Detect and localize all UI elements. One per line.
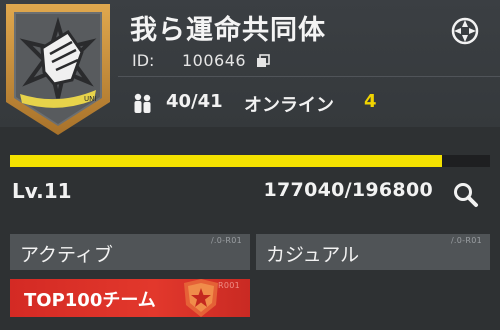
members-icon [134, 93, 151, 113]
tag-active-code: /.0-R01 [210, 236, 242, 245]
bottom-edge [0, 322, 500, 330]
guild-level: Lv.11 [12, 179, 72, 203]
id-value: 100646 [182, 51, 247, 70]
tag-casual-label: カジュアル [266, 244, 360, 266]
level-progress-bar [10, 155, 490, 167]
guild-emblem: UNI [6, 4, 110, 135]
guild-name: 我ら運命共同体 [130, 15, 326, 46]
search-icon[interactable] [452, 181, 480, 209]
guild-settings-button[interactable] [442, 8, 488, 54]
tag-active: アクティブ /.0-R01 [10, 234, 250, 270]
emblem-text: UNI [84, 95, 96, 103]
tag-casual-code: /.0-R01 [450, 236, 482, 245]
copy-icon[interactable] [256, 54, 270, 68]
level-progress-fill [10, 155, 442, 167]
header-divider [118, 76, 500, 77]
members-count: 40/41 [166, 91, 223, 112]
id-label: ID: [132, 51, 155, 70]
tag-casual: カジュアル /.0-R01 [256, 234, 490, 270]
tag-active-label: アクティブ [20, 244, 113, 266]
tag-top100: TOP100チーム R001 [10, 279, 250, 317]
tag-top100-code: R001 [217, 281, 240, 290]
online-count: 4 [364, 91, 377, 112]
crosshair-settings-icon [451, 17, 479, 45]
online-label: オンライン [244, 95, 334, 116]
guild-exp: 177040/196800 [263, 179, 433, 201]
tag-top100-label: TOP100チーム [24, 290, 156, 311]
